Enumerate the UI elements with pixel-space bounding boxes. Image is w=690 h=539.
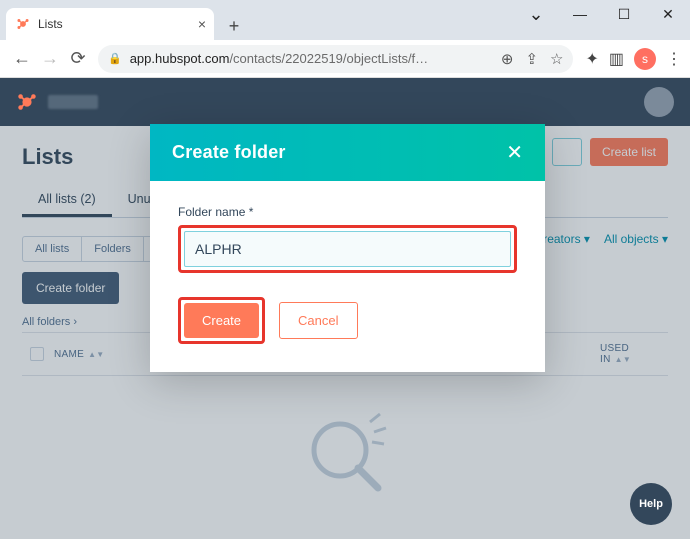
- minimize-button[interactable]: —: [558, 0, 602, 28]
- hubspot-favicon-icon: [16, 17, 30, 31]
- hubspot-nav: [0, 78, 690, 126]
- lock-icon: 🔒: [108, 52, 122, 65]
- kebab-menu-icon[interactable]: ⋮: [666, 49, 682, 69]
- extensions-icon[interactable]: ✦: [585, 49, 598, 69]
- input-highlight: [178, 225, 517, 273]
- user-avatar[interactable]: [644, 87, 674, 117]
- hubspot-logo-icon[interactable]: [16, 91, 38, 113]
- forward-button[interactable]: →: [36, 45, 64, 73]
- modal-header: Create folder ✕: [150, 124, 545, 181]
- star-icon[interactable]: ☆: [550, 50, 563, 68]
- folder-name-input[interactable]: [184, 231, 511, 267]
- back-button[interactable]: ←: [8, 45, 36, 73]
- modal-buttons: Create Cancel: [178, 297, 517, 344]
- reload-button[interactable]: ⟳: [64, 45, 92, 73]
- chevron-down-icon[interactable]: ⌄: [514, 0, 558, 28]
- tab-title: Lists: [38, 17, 63, 31]
- url-domain: app.hubspot.com: [130, 51, 230, 66]
- url-path: /contacts/22022519/objectLists/f…: [229, 51, 428, 66]
- address-bar[interactable]: 🔒 app.hubspot.com/contacts/22022519/obje…: [98, 45, 573, 73]
- url-bar: ← → ⟳ 🔒 app.hubspot.com/contacts/2202251…: [0, 40, 690, 78]
- create-button[interactable]: Create: [184, 303, 259, 338]
- app-area: Lists Create list All lists (2) Unused l…: [0, 78, 690, 539]
- cancel-button[interactable]: Cancel: [279, 302, 357, 339]
- create-folder-modal: Create folder ✕ Folder name * Create Can…: [150, 124, 545, 372]
- close-window-button[interactable]: ✕: [646, 0, 690, 28]
- nav-text-blurred: [48, 95, 98, 109]
- modal-close-icon[interactable]: ✕: [506, 140, 523, 165]
- close-tab-icon[interactable]: ×: [198, 16, 206, 32]
- folder-name-label: Folder name *: [178, 205, 517, 219]
- profile-avatar[interactable]: s: [634, 48, 656, 70]
- window-controls: ⌄ — ☐ ✕: [514, 0, 690, 28]
- zoom-icon[interactable]: ⊕: [501, 50, 514, 68]
- maximize-button[interactable]: ☐: [602, 0, 646, 28]
- help-bubble[interactable]: Help: [630, 483, 672, 525]
- browser-tab-lists[interactable]: Lists ×: [6, 8, 214, 40]
- create-highlight: Create: [178, 297, 265, 344]
- modal-body: Folder name * Create Cancel: [150, 181, 545, 372]
- new-tab-button[interactable]: +: [220, 12, 248, 40]
- modal-title: Create folder: [172, 142, 286, 163]
- share-icon[interactable]: ⇪: [525, 50, 538, 68]
- panel-icon[interactable]: ▥: [609, 49, 624, 69]
